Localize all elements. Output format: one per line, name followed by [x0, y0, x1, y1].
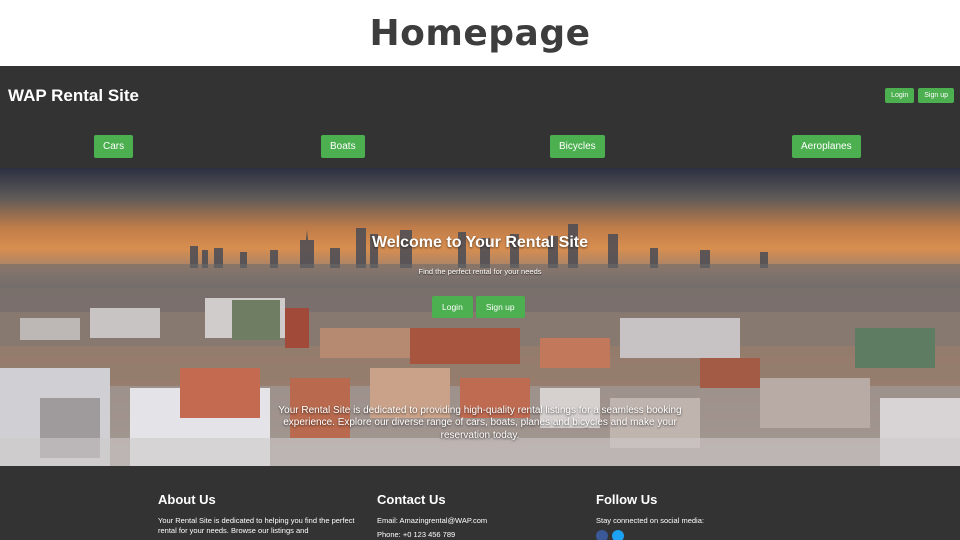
- header-login-button[interactable]: Login: [885, 88, 915, 103]
- footer-contact-heading: Contact Us: [377, 492, 446, 507]
- nav-cars-button[interactable]: Cars: [94, 135, 134, 158]
- footer-about-text: Your Rental Site is dedicated to helping…: [158, 516, 355, 535]
- footer-follow-heading: Follow Us: [596, 492, 658, 507]
- hero-banner: Welcome to Your Rental Site Find the per…: [0, 168, 960, 466]
- header-signup-button[interactable]: Sign up: [918, 88, 954, 103]
- footer-contact: Contact Us Email: Amazingrental@WAP.com …: [377, 492, 592, 540]
- category-nav: Cars Boats Bicycles Aeroplanes: [0, 135, 960, 159]
- hero-subtitle: Find the perfect rental for your needs: [418, 267, 542, 276]
- site-brand[interactable]: WAP Rental Site: [8, 86, 139, 106]
- footer-follow-text: Stay connected on social media:: [596, 516, 704, 525]
- footer-follow: Follow Us Stay connected on social media…: [596, 492, 811, 540]
- nav-bicycles-button[interactable]: Bicycles: [550, 135, 605, 158]
- footer-contact-email[interactable]: Email: Amazingrental@WAP.com: [377, 516, 592, 526]
- nav-boats-button[interactable]: Boats: [321, 135, 365, 158]
- header-auth-buttons: Login Sign up: [885, 88, 954, 103]
- slide-title: Homepage: [369, 12, 591, 54]
- social-links: [596, 530, 811, 540]
- hero-buttons: Login Sign up: [432, 296, 525, 318]
- twitter-icon[interactable]: [612, 530, 624, 540]
- facebook-icon[interactable]: [596, 530, 608, 540]
- hero-title: Welcome to Your Rental Site: [371, 234, 589, 251]
- hero-signup-button[interactable]: Sign up: [475, 296, 525, 318]
- footer-about: About Us Your Rental Site is dedicated t…: [158, 492, 373, 536]
- hero-description: Your Rental Site is dedicated to providi…: [278, 405, 682, 441]
- footer-contact-phone: Phone: +0 123 456 789: [377, 530, 456, 539]
- site-header: WAP Rental Site Login Sign up Cars Boats…: [0, 66, 960, 168]
- footer-about-heading: About Us: [158, 492, 216, 507]
- site-footer: About Us Your Rental Site is dedicated t…: [0, 466, 960, 540]
- website-screenshot: WAP Rental Site Login Sign up Cars Boats…: [0, 66, 960, 540]
- hero-login-button[interactable]: Login: [432, 296, 473, 318]
- nav-aeroplanes-button[interactable]: Aeroplanes: [792, 135, 861, 158]
